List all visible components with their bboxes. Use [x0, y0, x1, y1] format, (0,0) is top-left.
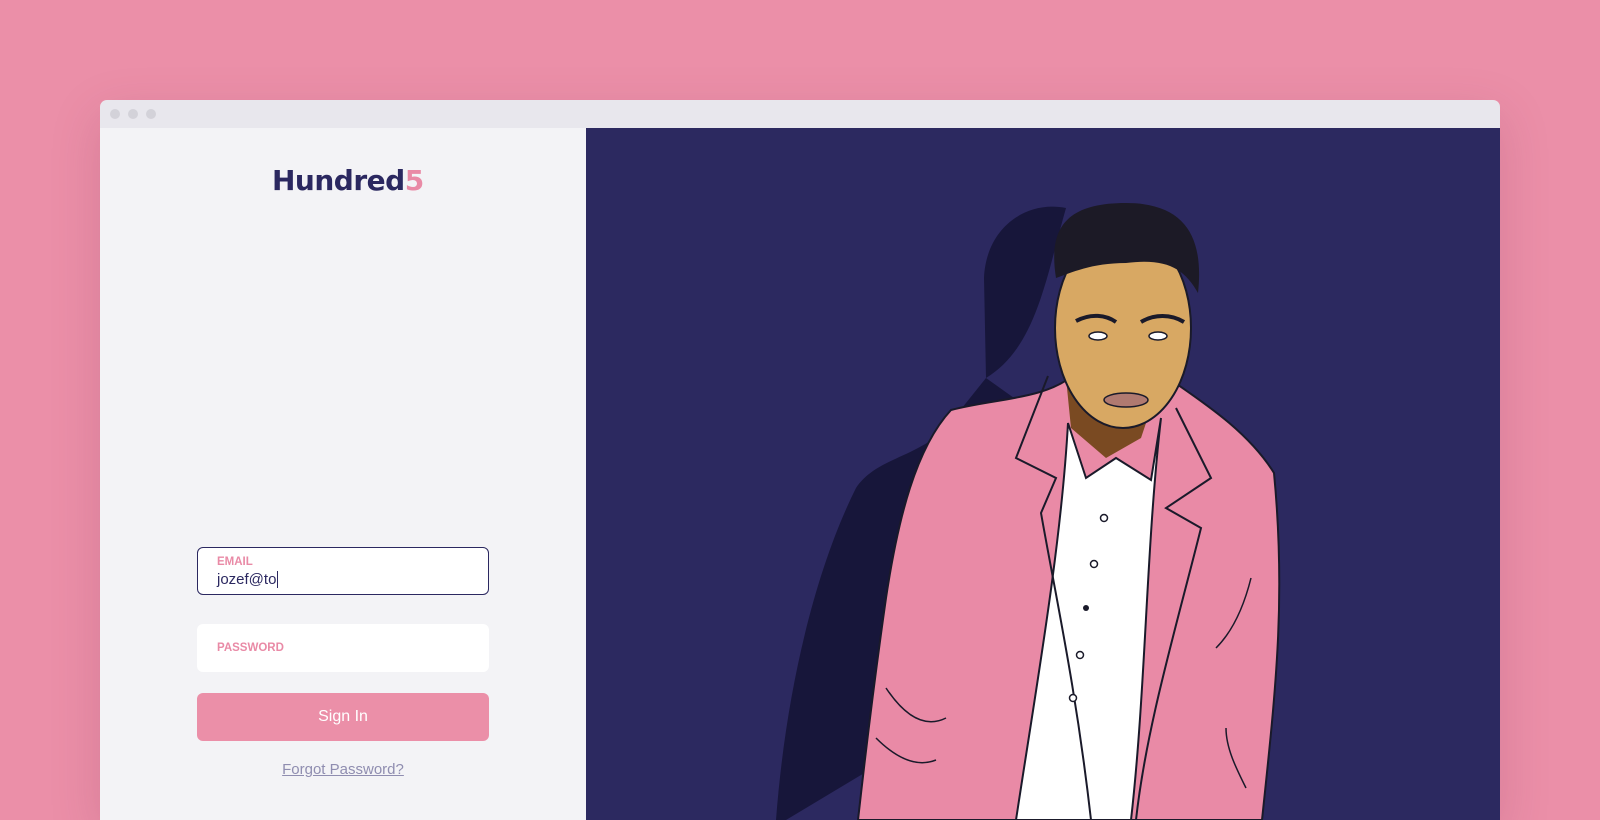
browser-window: Hundred5 EMAIL jozef@to PASSWORD Sign In… [100, 100, 1500, 820]
window-minimize-dot[interactable] [128, 109, 138, 119]
password-field[interactable]: PASSWORD [197, 624, 489, 672]
window-close-dot[interactable] [110, 109, 120, 119]
man-in-pink-suit-illustration [776, 203, 1281, 820]
shirt-button [1099, 513, 1109, 523]
logo-wordmark: Hundred [272, 164, 405, 197]
shirt-button [1075, 650, 1085, 660]
shirt-button [1089, 559, 1099, 569]
email-value: jozef@to [217, 571, 277, 588]
window-maximize-dot[interactable] [146, 109, 156, 119]
sign-in-button[interactable]: Sign In [197, 693, 489, 741]
logo-accent: 5 [404, 164, 424, 197]
brand-logo: Hundred5 [272, 164, 424, 197]
left-eye [1088, 331, 1108, 341]
mouth [1103, 392, 1149, 408]
illustration-panel [586, 128, 1500, 820]
shirt-button [1068, 693, 1078, 703]
email-input[interactable]: jozef@to [217, 571, 279, 588]
text-caret [277, 571, 279, 588]
password-label: PASSWORD [217, 642, 284, 654]
window-titlebar [100, 100, 1500, 128]
email-label: EMAIL [217, 556, 253, 568]
forgot-password-link[interactable]: Forgot Password? [197, 761, 489, 778]
login-panel: Hundred5 EMAIL jozef@to PASSWORD Sign In… [100, 128, 586, 820]
shirt-button [1083, 605, 1089, 611]
right-eye [1148, 331, 1168, 341]
email-field[interactable]: EMAIL jozef@to [197, 547, 489, 595]
